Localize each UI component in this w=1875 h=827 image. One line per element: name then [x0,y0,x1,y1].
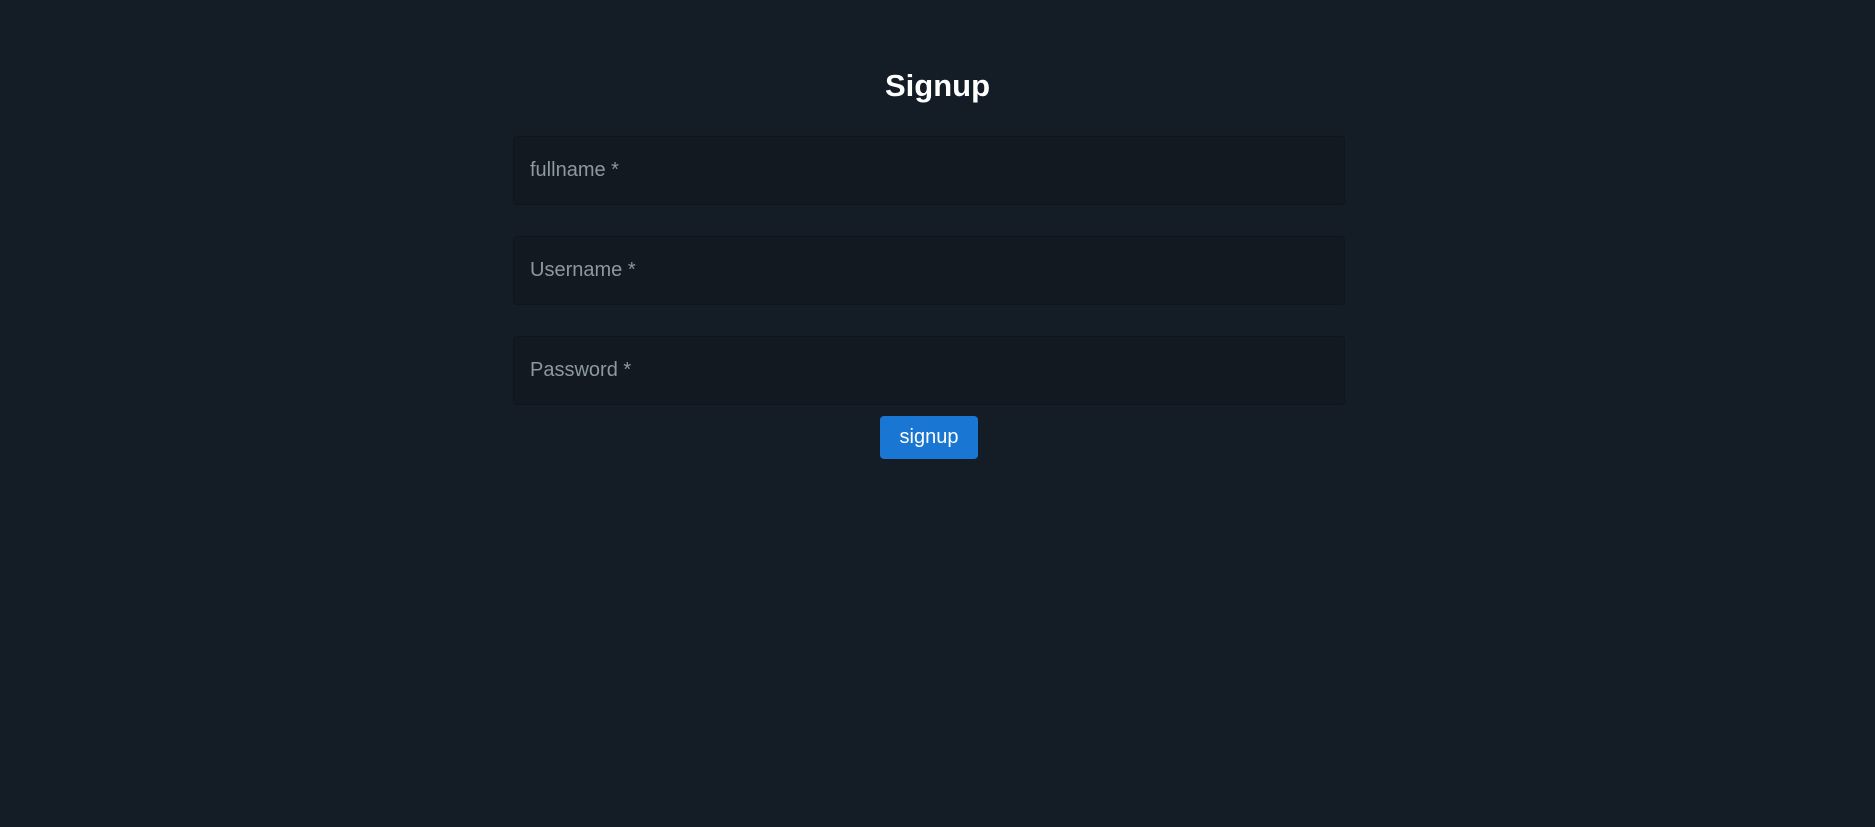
page-title: Signup [884,68,991,103]
fullname-input[interactable] [514,137,1344,204]
fullname-field[interactable]: fullname * [513,136,1345,205]
password-input[interactable] [514,337,1344,404]
signup-page: Signup fullname * Username * Password * … [0,0,1875,827]
signup-button[interactable]: signup [880,416,978,459]
password-field[interactable]: Password * [513,336,1345,405]
username-field[interactable]: Username * [513,236,1345,305]
username-input[interactable] [514,237,1344,304]
